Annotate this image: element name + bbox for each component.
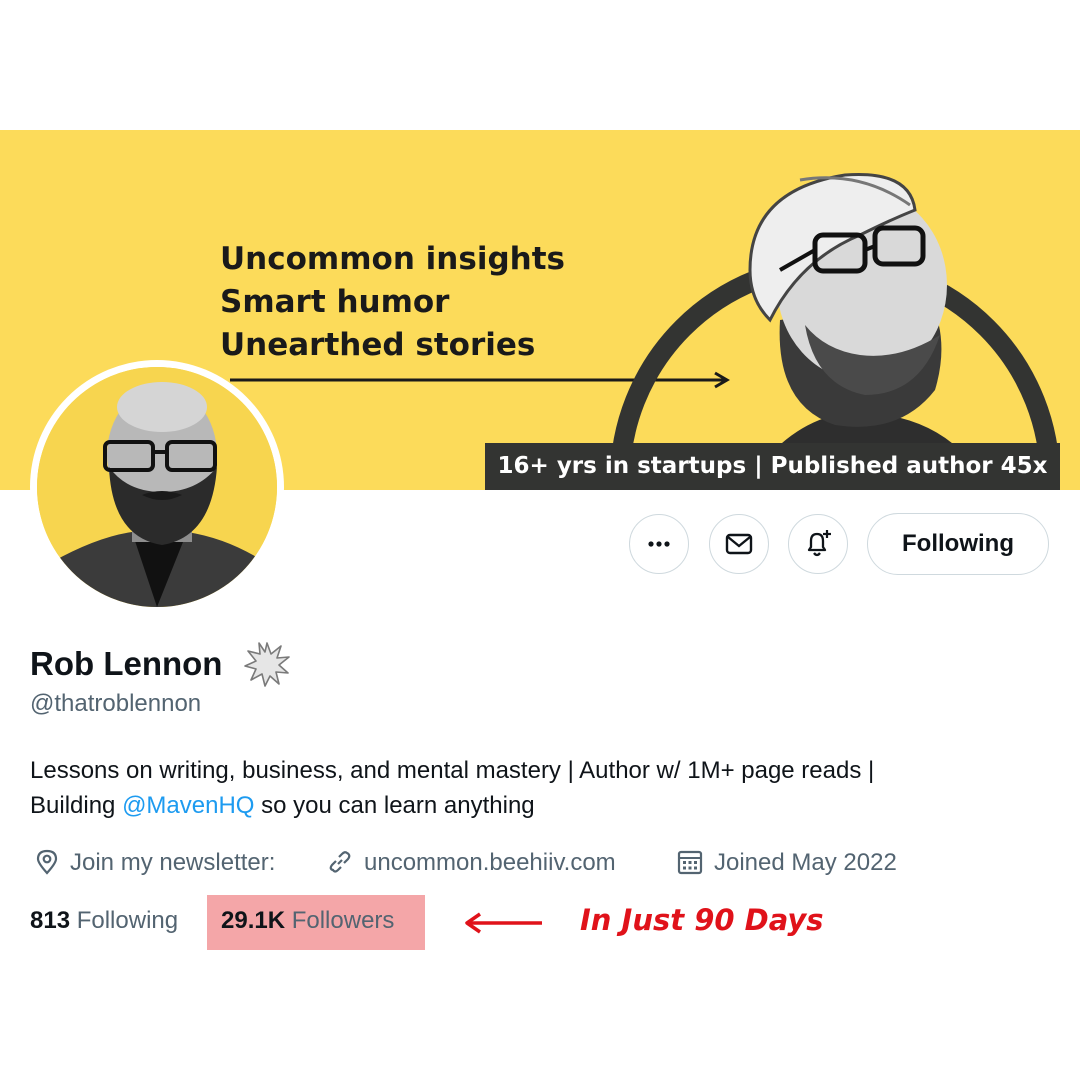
tagline-line: Unearthed stories bbox=[220, 327, 536, 363]
following-button[interactable]: Following bbox=[867, 513, 1049, 575]
joined-date: Joined May 2022 bbox=[714, 849, 897, 876]
followers-label: Followers bbox=[291, 907, 395, 934]
bio-line: Building @MavenHQ so you can learn anyth… bbox=[30, 788, 874, 823]
banner-portrait-image bbox=[610, 172, 1060, 480]
bell-plus-icon bbox=[807, 530, 831, 557]
location-label: Join my newsletter: bbox=[70, 849, 276, 876]
following-label: Following bbox=[76, 907, 179, 934]
following-value: 813 bbox=[30, 907, 71, 934]
bio-line: Lessons on writing, business, and mental… bbox=[30, 757, 875, 784]
starburst-badge-icon bbox=[244, 642, 290, 687]
bio-text: so you can learn anything bbox=[254, 792, 535, 819]
profile-handle: @thatroblennon bbox=[30, 690, 202, 717]
avatar[interactable] bbox=[30, 360, 284, 614]
annotation-text: In Just 90 Days bbox=[580, 903, 824, 937]
followers-value: 29.1K bbox=[221, 907, 286, 934]
avatar-photo bbox=[37, 367, 277, 607]
link-icon bbox=[329, 851, 351, 873]
followers-count[interactable]: 29.1K Followers bbox=[221, 905, 394, 937]
envelope-icon bbox=[725, 533, 753, 555]
location-pin-icon bbox=[36, 849, 58, 875]
banner-stats-strip: 16+ yrs in startups | Published author 4… bbox=[485, 443, 1060, 490]
avatar-portrait-image bbox=[37, 367, 277, 607]
bio-text: Building bbox=[30, 792, 123, 819]
more-button[interactable] bbox=[629, 514, 689, 574]
calendar-icon bbox=[677, 850, 703, 875]
mention-link[interactable]: @MavenHQ bbox=[122, 792, 254, 819]
profile-bio: Lessons on writing, business, and mental… bbox=[30, 753, 874, 823]
following-count[interactable]: 813 Following bbox=[30, 905, 178, 937]
website-link[interactable]: uncommon.beehiiv.com bbox=[364, 846, 616, 880]
message-button[interactable] bbox=[709, 514, 769, 574]
red-arrow-icon bbox=[465, 912, 542, 934]
more-dots-icon bbox=[648, 541, 670, 547]
tagline-line: Uncommon insights bbox=[220, 241, 565, 277]
profile-name: Rob Lennon bbox=[30, 645, 223, 682]
notify-button[interactable] bbox=[788, 514, 848, 574]
banner-tagline: Uncommon insights Smart humor Unearthed … bbox=[220, 238, 565, 367]
tagline-line: Smart humor bbox=[220, 284, 450, 320]
